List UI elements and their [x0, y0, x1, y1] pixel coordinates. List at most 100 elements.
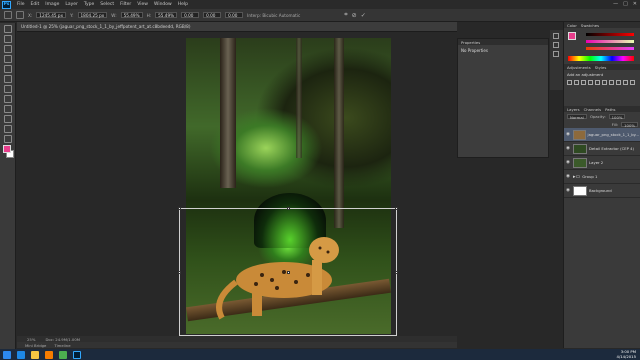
zoom-level[interactable]: 25%	[27, 337, 35, 342]
free-transform-bounding-box[interactable]	[178, 207, 398, 336]
transform-handle[interactable]	[178, 207, 181, 210]
window-controls: — □ ✕	[613, 1, 637, 7]
reference-point-icon[interactable]	[16, 11, 24, 19]
photoshop-taskbar-icon[interactable]	[73, 350, 81, 359]
cancel-transform-icon[interactable]: ⊘	[352, 12, 357, 19]
transform-handle[interactable]	[178, 271, 181, 274]
x-field[interactable]: 1245.45 px	[36, 12, 67, 18]
transform-handle[interactable]	[287, 207, 290, 210]
tab-styles[interactable]: Styles	[595, 65, 607, 70]
tab-layers[interactable]: Layers	[567, 107, 580, 112]
transform-tool-icon[interactable]	[4, 11, 12, 19]
blue-slider[interactable]	[586, 47, 634, 50]
menu-file[interactable]: File	[17, 2, 25, 7]
tab-swatches[interactable]: Swatches	[581, 23, 599, 28]
opacity-field[interactable]: 100%	[608, 113, 626, 120]
green-slider[interactable]	[586, 40, 634, 43]
photo-filter-icon[interactable]	[623, 80, 628, 85]
marquee-tool-icon[interactable]	[4, 35, 12, 43]
pen-tool-icon[interactable]	[4, 135, 12, 143]
ie-icon[interactable]	[17, 350, 25, 359]
layer-row[interactable]: ◉ Layer 2	[564, 156, 640, 170]
curves-icon[interactable]	[581, 80, 586, 85]
h-skew-field[interactable]: 0.00	[203, 12, 222, 18]
layer-name: jaguar_png_stock_1_1_by...	[587, 132, 639, 137]
move-tool-icon[interactable]	[4, 25, 12, 33]
menu-view[interactable]: View	[137, 2, 148, 7]
tab-color[interactable]: Color	[567, 23, 577, 28]
blend-mode-select[interactable]: Normal	[567, 113, 587, 120]
transform-handle[interactable]	[395, 271, 398, 274]
visibility-eye-icon[interactable]: ◉	[566, 146, 571, 151]
color-ramp[interactable]	[568, 56, 634, 61]
height-field[interactable]: 55.49%	[155, 12, 178, 18]
red-slider[interactable]	[586, 33, 634, 36]
color-fg-swatch[interactable]	[568, 32, 576, 40]
close-button[interactable]: ✕	[633, 1, 637, 7]
quick-select-tool-icon[interactable]	[4, 55, 12, 63]
stamp-tool-icon[interactable]	[4, 105, 12, 113]
tab-adjustments[interactable]: Adjustments	[567, 65, 591, 70]
document-tab[interactable]: Untitled-1 @ 25% (jaguar_png_stock_1_1_b…	[17, 22, 457, 32]
file-explorer-icon[interactable]	[31, 350, 39, 359]
chrome-icon[interactable]	[59, 350, 67, 359]
tab-timeline[interactable]: Timeline	[54, 343, 70, 348]
transform-handle[interactable]	[395, 207, 398, 210]
transform-handle[interactable]	[287, 271, 290, 274]
menu-help[interactable]: Help	[178, 2, 188, 7]
maximize-button[interactable]: □	[623, 1, 628, 7]
system-clock[interactable]: 3:00 PM 4/14/2015	[617, 349, 636, 359]
lasso-tool-icon[interactable]	[4, 45, 12, 53]
v-skew-field[interactable]: 0.00	[225, 12, 244, 18]
visibility-eye-icon[interactable]: ◉	[566, 160, 571, 165]
layer-row[interactable]: ◉ Background	[564, 184, 640, 198]
layer-row[interactable]: ◉ ▸▭ Group 1	[564, 170, 640, 184]
commit-transform-icon[interactable]: ✓	[361, 12, 366, 19]
info-icon[interactable]	[553, 42, 559, 48]
brightness-icon[interactable]	[567, 80, 572, 85]
vibrance-icon[interactable]	[595, 80, 600, 85]
visibility-eye-icon[interactable]: ◉	[566, 188, 571, 193]
history-icon[interactable]	[553, 33, 559, 39]
media-player-icon[interactable]	[45, 350, 53, 359]
menu-type[interactable]: Type	[84, 2, 94, 7]
visibility-eye-icon[interactable]: ◉	[566, 174, 571, 179]
layer-fill-row: Fill: 100%	[564, 120, 640, 128]
menu-image[interactable]: Image	[45, 2, 59, 7]
h-label: H:	[146, 12, 152, 18]
tab-paths[interactable]: Paths	[605, 107, 615, 112]
tab-channels[interactable]: Channels	[584, 107, 602, 112]
eraser-tool-icon[interactable]	[4, 115, 12, 123]
color-balance-icon[interactable]	[609, 80, 614, 85]
angle-field[interactable]: 0.00	[181, 12, 200, 18]
black-white-icon[interactable]	[616, 80, 621, 85]
gradient-tool-icon[interactable]	[4, 125, 12, 133]
exposure-icon[interactable]	[588, 80, 593, 85]
interpolation-select[interactable]: Interp: Bicubic Automatic	[247, 13, 300, 18]
layer-row[interactable]: ◉ jaguar_png_stock_1_1_by...	[564, 128, 640, 142]
eyedropper-tool-icon[interactable]	[4, 75, 12, 83]
menu-select[interactable]: Select	[100, 2, 114, 7]
width-field[interactable]: 55.49%	[120, 12, 143, 18]
fill-field[interactable]: 100%	[621, 121, 638, 128]
menu-filter[interactable]: Filter	[120, 2, 131, 7]
menu-edit[interactable]: Edit	[31, 2, 40, 7]
options-bar: X: 1245.45 px Y: 1804.25 px W: 55.49% H:…	[0, 9, 640, 22]
minimize-button[interactable]: —	[613, 1, 618, 7]
crop-tool-icon[interactable]	[4, 65, 12, 73]
healing-tool-icon[interactable]	[4, 85, 12, 93]
start-button-icon[interactable]	[3, 350, 11, 359]
tab-mini-bridge[interactable]: Mini Bridge	[25, 343, 46, 348]
brush-presets-icon[interactable]	[553, 51, 559, 57]
hue-saturation-icon[interactable]	[602, 80, 607, 85]
menu-layer[interactable]: Layer	[65, 2, 78, 7]
levels-icon[interactable]	[574, 80, 579, 85]
brush-tool-icon[interactable]	[4, 95, 12, 103]
menu-window[interactable]: Window	[154, 2, 172, 7]
y-field[interactable]: 1804.25 px	[77, 12, 108, 18]
layer-row[interactable]: ◉ Detail Extractor (CEP 4)	[564, 142, 640, 156]
channel-mixer-icon[interactable]	[630, 80, 635, 85]
foreground-color-swatch[interactable]	[3, 145, 11, 153]
visibility-eye-icon[interactable]: ◉	[566, 132, 571, 137]
warp-icon[interactable]: ⌗	[344, 11, 347, 19]
